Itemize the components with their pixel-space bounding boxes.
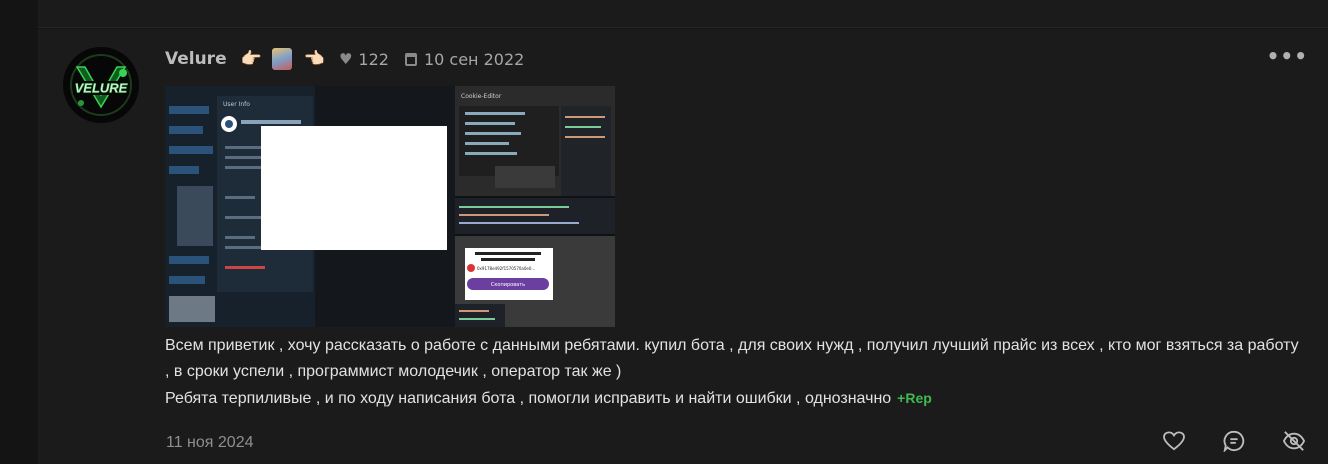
- forum-post: VELURE Velure 👉🏻 👈🏻 ♥ 122 10 сен 2022 ••…: [38, 29, 1328, 464]
- calendar-icon: [404, 52, 417, 66]
- more-icon[interactable]: •••: [1267, 46, 1308, 66]
- heart-icon: ♥: [338, 50, 353, 68]
- post-meta: Velure 👉🏻 👈🏻 ♥ 122 10 сен 2022: [165, 47, 524, 71]
- join-date: 10 сен 2022: [423, 49, 525, 69]
- message-line-2: Ребята терпиливые , и по ходу написания …: [165, 385, 1305, 412]
- rep-label: +Rep: [897, 390, 932, 406]
- like-heart-icon[interactable]: [1162, 429, 1186, 453]
- modal-address: 0x9178e492f1570570a0e0...: [477, 266, 535, 271]
- message-line-2-text: Ребята терпиливые , и по ходу написания …: [165, 390, 892, 407]
- purple-button-label: Скопировать: [491, 282, 525, 288]
- message-line-1: Всем приветик , хочу рассказать о работе…: [165, 337, 1299, 380]
- post-message: Всем приветик , хочу рассказать о работе…: [165, 333, 1305, 412]
- avatar[interactable]: VELURE: [63, 47, 139, 123]
- avatar-text: VELURE: [75, 81, 128, 96]
- post-date[interactable]: 11 ноя 2024: [166, 434, 254, 452]
- author-name[interactable]: Velure: [165, 49, 227, 69]
- attached-screenshot[interactable]: User Info Cookie-Editor 0x9178e492f15705…: [165, 86, 615, 327]
- sticker-icon: [271, 48, 292, 70]
- window-title: User Info: [223, 101, 250, 108]
- post-actions: [1162, 429, 1306, 453]
- pointing-right-icon: 👉🏻: [240, 49, 262, 69]
- pointing-left-icon: 👈🏻: [303, 49, 325, 69]
- likes-count: 122: [358, 49, 389, 69]
- comment-icon[interactable]: [1222, 429, 1246, 453]
- editor-title: Cookie-Editor: [461, 93, 502, 100]
- previous-post-edge: [38, 0, 1328, 28]
- hide-icon[interactable]: [1282, 429, 1306, 453]
